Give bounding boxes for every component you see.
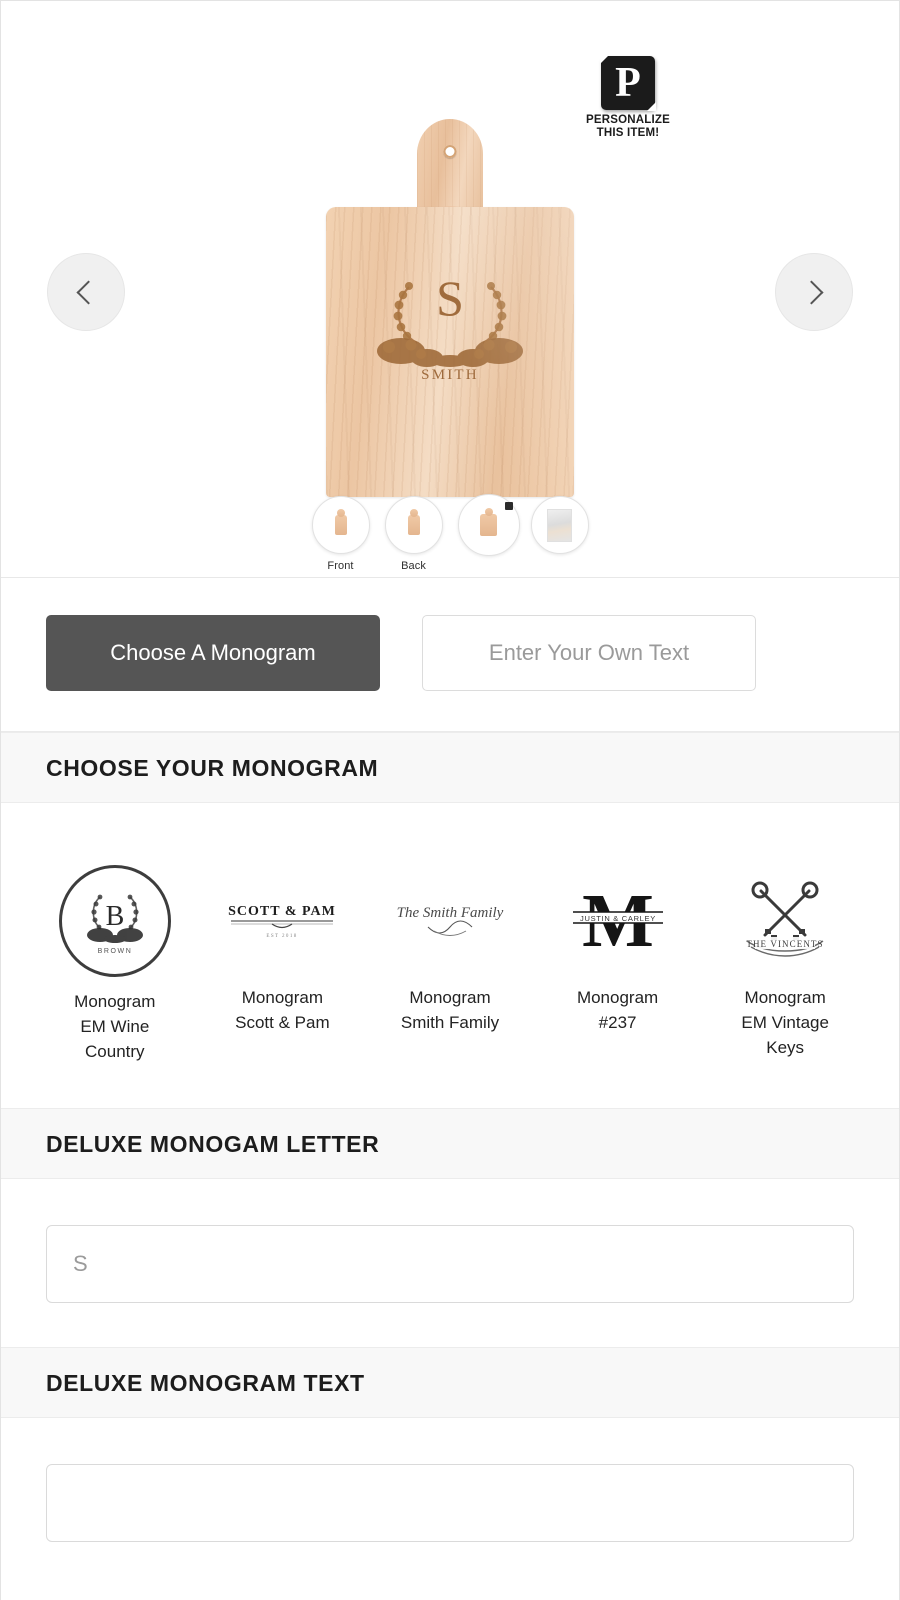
lifestyle-photo-icon <box>547 508 572 542</box>
chevron-left-icon <box>76 279 101 305</box>
board-engraving: S SMITH <box>326 273 574 384</box>
deluxe-monogram-text-field-wrap <box>1 1418 899 1542</box>
thumbnail-lifestyle[interactable] <box>530 496 589 572</box>
monogram-art-smith-family: The Smith Family <box>366 865 534 973</box>
monogram-art-em-vintage-keys: THE VINCENTS <box>701 865 869 973</box>
thumbnail-detail[interactable] <box>457 494 520 572</box>
monogram-option-scott-and-pam[interactable]: SCOTT & PAM EST 2018 Monogram Scott & Pa… <box>199 865 367 1064</box>
svg-text:THE VINCENTS: THE VINCENTS <box>747 939 824 949</box>
monogram-label-line-2: EM Wine <box>80 1017 150 1036</box>
monogram-art-237: M JUSTIN & CARLEY <box>534 865 702 973</box>
deluxe-monogram-text-body <box>1 1418 899 1542</box>
chevron-right-icon <box>799 279 824 305</box>
cutting-board-graphic: S SMITH <box>326 119 574 497</box>
monogram-art-em-wine-country: B BROWN <box>58 865 171 977</box>
deluxe-monogram-letter-header: DELUXE MONOGAM LETTER <box>1 1108 899 1179</box>
product-image: S SMITH <box>1 119 899 497</box>
monogram-art-scott-and-pam: SCOTT & PAM EST 2018 <box>199 865 367 973</box>
split-letter-m-icon: M JUSTIN & CARLEY <box>572 879 663 962</box>
product-personalization-page: P PERSONALIZE THIS ITEM! S SMITH Front B… <box>0 0 900 1600</box>
personalize-p-logo-icon: P <box>601 56 655 110</box>
thumbnail-front-button[interactable] <box>311 496 370 554</box>
monogram-label-line-1: Monogram <box>744 988 826 1007</box>
previous-image-button[interactable] <box>47 253 125 331</box>
deluxe-monogram-text-input[interactable] <box>46 1464 854 1542</box>
board-surface: S SMITH <box>326 207 574 497</box>
thumbnail-detail-button[interactable] <box>457 494 520 556</box>
image-thumbnail-strip: Front Back <box>1 494 899 572</box>
monogram-label-line-2: Scott & Pam <box>235 1013 330 1032</box>
monogram-option-em-vintage-keys[interactable]: THE VINCENTS Monogram EM Vintage Keys <box>701 865 869 1064</box>
thumbnail-front[interactable]: Front <box>311 496 370 572</box>
cutting-board-detail-icon <box>475 510 502 540</box>
monogram-label-line-2: EM Vintage <box>741 1013 829 1032</box>
tab-choose-a-monogram[interactable]: Choose A Monogram <box>46 615 380 691</box>
monogram-option-em-wine-country[interactable]: B BROWN Monogram EM Wine Country <box>31 865 199 1064</box>
thumbnail-back-label: Back <box>401 560 426 572</box>
monogram-label-line-2: #237 <box>598 1013 637 1032</box>
mini-board-shape-icon <box>480 514 497 536</box>
deluxe-monogram-text-header: DELUXE MONOGRAM TEXT <box>1 1347 899 1418</box>
deluxe-monogram-letter-body <box>1 1179 899 1347</box>
monogram-label-line-1: Monogram <box>74 992 156 1011</box>
engraved-monogram-letter: S <box>436 270 464 326</box>
monogram-label-line-1: Monogram <box>241 988 324 1007</box>
monogram-label-line-3: Keys <box>766 1038 805 1057</box>
svg-text:B: B <box>105 901 124 932</box>
svg-text:JUSTIN & CARLEY: JUSTIN & CARLEY <box>580 914 656 923</box>
svg-text:The Smith Family: The Smith Family <box>397 905 504 921</box>
monogram-label-line-1: Monogram <box>576 988 659 1007</box>
thumbnail-front-label: Front <box>327 560 354 572</box>
cutting-board-back-icon <box>407 515 420 535</box>
choose-your-monogram-body: B BROWN Monogram EM Wine Country SCOTT &… <box>1 803 899 1108</box>
choose-your-monogram-header: CHOOSE YOUR MONOGRAM <box>1 732 899 803</box>
thumbnail-back[interactable]: Back <box>384 496 443 572</box>
wreath-letter-b-icon: B BROWN <box>86 894 143 955</box>
svg-text:BROWN: BROWN <box>97 948 132 955</box>
next-image-button[interactable] <box>775 253 853 331</box>
scott-and-pam-nameplate-icon: SCOTT & PAM EST 2018 <box>229 904 337 939</box>
monogram-option-smith-family[interactable]: The Smith Family Monogram Smith Family <box>366 865 534 1064</box>
selected-thumbnail-indicator <box>504 502 513 510</box>
smith-family-script-icon: The Smith Family <box>397 905 504 936</box>
personalization-mode-tabs: Choose A Monogram Enter Your Own Text <box>1 578 899 732</box>
svg-text:EST 2018: EST 2018 <box>267 934 298 939</box>
tab-enter-your-own-text[interactable]: Enter Your Own Text <box>422 615 756 691</box>
thumbnail-back-button[interactable] <box>384 496 443 554</box>
svg-text:SCOTT & PAM: SCOTT & PAM <box>229 904 337 919</box>
monogram-option-grid: B BROWN Monogram EM Wine Country SCOTT &… <box>1 803 899 1108</box>
monogram-label-line-1: Monogram <box>409 988 491 1007</box>
deluxe-monogram-letter-input[interactable] <box>46 1225 854 1303</box>
product-image-viewer: P PERSONALIZE THIS ITEM! S SMITH Front B… <box>1 1 899 578</box>
thumbnail-lifestyle-button[interactable] <box>530 496 589 554</box>
deluxe-monogram-letter-field-wrap <box>1 1179 899 1347</box>
monogram-label-line-3: Country <box>85 1042 145 1061</box>
crossed-keys-icon: THE VINCENTS <box>747 881 824 957</box>
monogram-label-line-2: Smith Family <box>400 1013 500 1032</box>
cutting-board-front-icon <box>334 515 347 535</box>
monogram-option-237[interactable]: M JUSTIN & CARLEY Monogram #237 <box>534 865 702 1064</box>
